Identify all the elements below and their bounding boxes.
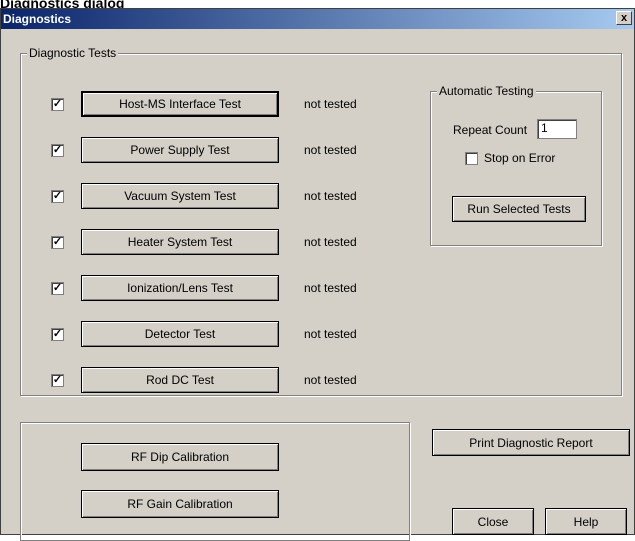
calibration-group — [20, 422, 410, 541]
test-checkbox[interactable]: ✓ — [51, 374, 64, 387]
checkmark-icon: ✓ — [52, 282, 63, 294]
automatic-testing-legend: Automatic Testing — [437, 84, 536, 98]
checkmark-icon: ✓ — [52, 236, 63, 248]
test-checkbox[interactable]: ✓ — [51, 144, 64, 157]
close-window-button[interactable]: x — [616, 11, 632, 25]
test-status: not tested — [304, 189, 357, 203]
test-checkbox[interactable]: ✓ — [51, 236, 64, 249]
help-button[interactable]: Help — [545, 508, 627, 535]
test-checkbox[interactable]: ✓ — [51, 328, 64, 341]
repeat-count-label: Repeat Count — [453, 123, 528, 137]
run-selected-tests-button[interactable]: Run Selected Tests — [452, 196, 586, 222]
title-bar: Diagnostics x — [1, 9, 634, 29]
test-button[interactable]: Ionization/Lens Test — [81, 275, 279, 301]
print-diagnostic-report-button[interactable]: Print Diagnostic Report — [432, 429, 630, 456]
test-button[interactable]: Vacuum System Test — [81, 183, 279, 209]
close-icon: x — [620, 12, 628, 24]
test-status: not tested — [304, 281, 357, 295]
test-button[interactable]: Rod DC Test — [81, 367, 279, 393]
test-button[interactable]: Detector Test — [81, 321, 279, 347]
rf-gain-calibration-button[interactable]: RF Gain Calibration — [81, 490, 279, 518]
test-status: not tested — [304, 373, 357, 387]
test-checkbox[interactable]: ✓ — [51, 190, 64, 203]
checkmark-icon: ✓ — [52, 190, 63, 202]
test-button[interactable]: Power Supply Test — [81, 137, 279, 163]
checkmark-icon: ✓ — [52, 328, 63, 340]
cropped-heading-fragment: Diagnostics dialog — [0, 0, 125, 8]
diagnostic-tests-legend: Diagnostic Tests — [27, 46, 119, 60]
stop-on-error-checkbox[interactable] — [465, 152, 478, 165]
close-button[interactable]: Close — [452, 508, 534, 535]
repeat-count-input[interactable]: 1 — [537, 119, 577, 139]
test-status: not tested — [304, 327, 357, 341]
test-status: not tested — [304, 97, 357, 111]
automatic-testing-group: Automatic Testing — [430, 84, 602, 246]
test-status: not tested — [304, 143, 357, 157]
checkmark-icon: ✓ — [52, 144, 63, 156]
test-button[interactable]: Heater System Test — [81, 229, 279, 255]
checkmark-icon: ✓ — [52, 98, 63, 110]
diagnostics-dialog: Diagnostics x Diagnostic Tests ✓ Host-MS … — [0, 8, 635, 541]
checkmark-icon: ✓ — [52, 374, 63, 386]
stop-on-error-label: Stop on Error — [484, 151, 556, 165]
test-checkbox[interactable]: ✓ — [51, 98, 64, 111]
test-status: not tested — [304, 235, 357, 249]
test-button[interactable]: Host-MS Interface Test — [81, 91, 279, 117]
window-title: Diagnostics — [3, 12, 72, 26]
rf-dip-calibration-button[interactable]: RF Dip Calibration — [81, 443, 279, 471]
test-checkbox[interactable]: ✓ — [51, 282, 64, 295]
